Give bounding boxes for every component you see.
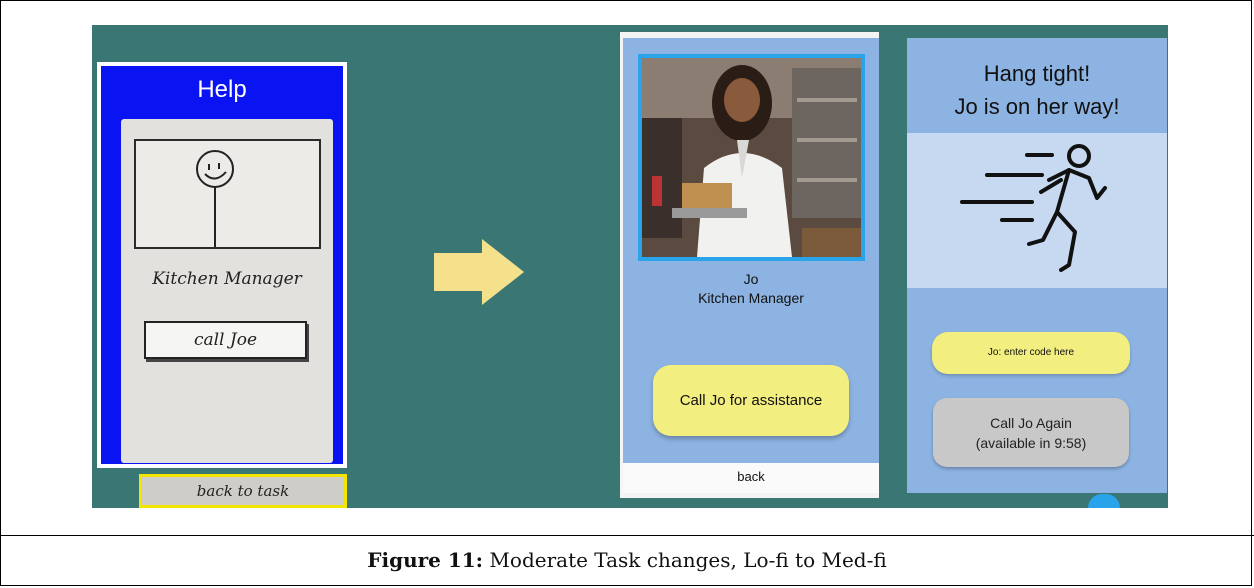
- figure-caption-label: Figure 11:: [367, 548, 484, 572]
- smiley-face-icon: [196, 150, 234, 247]
- kitchen-manager-photo: [642, 58, 861, 257]
- profile-name: Jo Kitchen Manager: [623, 270, 879, 308]
- back-button[interactable]: back: [623, 463, 879, 493]
- lofi-back-button[interactable]: back to task: [139, 474, 347, 508]
- enter-code-button[interactable]: Jo: enter code here: [932, 332, 1130, 374]
- waiting-heading-line1: Hang tight!: [983, 61, 1091, 86]
- call-again-label: Call Jo Again: [990, 414, 1072, 431]
- profile-name-text: Jo: [743, 271, 759, 287]
- figure-caption-text: Moderate Task changes, Lo-fi to Med-fi: [483, 548, 887, 572]
- arrow-right-icon: [434, 239, 524, 305]
- waiting-heading: Hang tight! Jo is on her way!: [907, 57, 1167, 123]
- figure-caption: Figure 11: Moderate Task changes, Lo-fi …: [0, 548, 1254, 572]
- lofi-call-button[interactable]: call Joe: [144, 321, 307, 359]
- waiting-heading-line2: Jo is on her way!: [954, 94, 1120, 119]
- call-again-button[interactable]: Call Jo Again (available in 9:58): [933, 398, 1129, 467]
- profile-role-text: Kitchen Manager: [698, 290, 804, 306]
- chef-photo-illustration: [642, 58, 861, 257]
- lofi-role-label: Kitchen Manager: [152, 269, 302, 289]
- lofi-screen: Help Kitchen Manager call Joe back to ta…: [101, 66, 347, 508]
- lofi-paper: Kitchen Manager call Joe back to task: [121, 119, 347, 508]
- call-again-timer: (available in 9:58): [975, 434, 1087, 451]
- lofi-prototype: Help Kitchen Manager call Joe back to ta…: [97, 62, 347, 508]
- call-for-assistance-button[interactable]: Call Jo for assistance: [653, 365, 849, 436]
- lofi-avatar-card: [134, 139, 321, 249]
- running-person-icon: [960, 144, 1107, 272]
- profile-photo: [638, 54, 865, 261]
- caption-divider: [0, 535, 1254, 536]
- lofi-title: Help: [197, 76, 247, 103]
